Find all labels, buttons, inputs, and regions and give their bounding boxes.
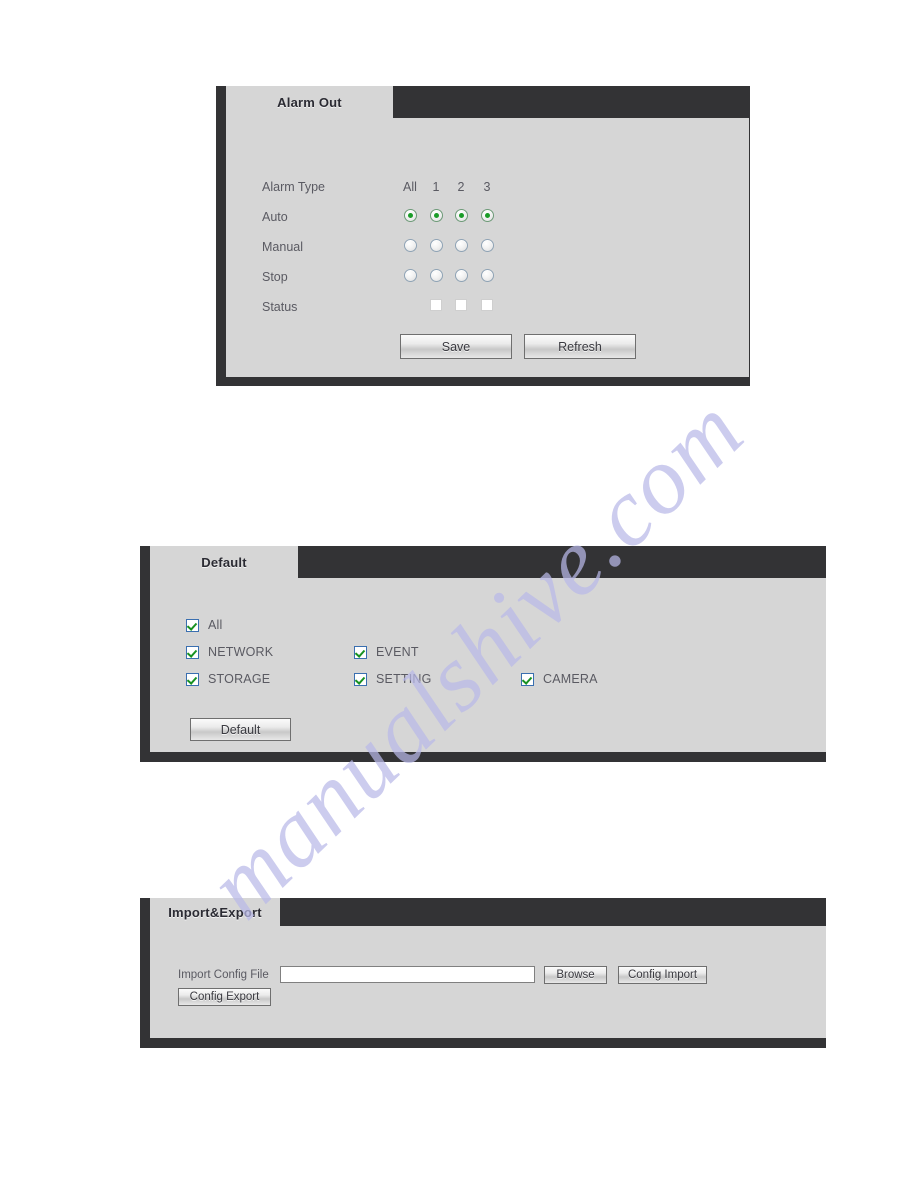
config-export-button[interactable]: Config Export xyxy=(178,988,271,1006)
checkbox-event-label: EVENT xyxy=(376,645,419,659)
default-panel-inner: Default All NETWORK EVENT STORAGE SETTIN… xyxy=(150,546,826,752)
radio-auto-all[interactable] xyxy=(404,209,417,222)
tab-alarm-out[interactable]: Alarm Out xyxy=(226,86,393,118)
checkbox-camera-icon[interactable] xyxy=(521,672,534,686)
checkbox-setting-label: SETTING xyxy=(376,672,432,686)
status-indicator-2 xyxy=(455,299,467,311)
save-button[interactable]: Save xyxy=(400,334,512,359)
auto-label: Auto xyxy=(262,210,288,224)
checkbox-event-icon[interactable] xyxy=(354,645,367,659)
checkbox-storage-icon[interactable] xyxy=(186,672,199,686)
default-panel: Default All NETWORK EVENT STORAGE SETTIN… xyxy=(140,546,826,762)
checkbox-all-icon[interactable] xyxy=(186,618,199,632)
checkbox-row-event[interactable]: EVENT xyxy=(354,645,419,659)
default-button[interactable]: Default xyxy=(190,718,291,741)
config-import-button-label: Config Import xyxy=(627,969,698,981)
checkbox-row-storage[interactable]: STORAGE xyxy=(186,672,270,686)
radio-stop-all[interactable] xyxy=(404,269,417,282)
save-button-label: Save xyxy=(441,339,471,354)
config-export-button-label: Config Export xyxy=(189,991,260,1003)
refresh-button[interactable]: Refresh xyxy=(524,334,636,359)
manual-label: Manual xyxy=(262,240,303,254)
import-export-panel-inner: Import&Export Import Config File Browse … xyxy=(150,898,826,1038)
checkbox-all-label: All xyxy=(208,618,223,632)
radio-manual-all[interactable] xyxy=(404,239,417,252)
column-header-all: All xyxy=(403,180,417,194)
radio-auto-3[interactable] xyxy=(481,209,494,222)
radio-manual-3[interactable] xyxy=(481,239,494,252)
column-header-2: 2 xyxy=(457,180,465,194)
checkbox-row-network[interactable]: NETWORK xyxy=(186,645,273,659)
tab-alarm-out-label: Alarm Out xyxy=(277,94,342,110)
stop-label: Stop xyxy=(262,270,288,284)
import-export-body: Import Config File Browse Config Import … xyxy=(150,926,826,1038)
radio-auto-1[interactable] xyxy=(430,209,443,222)
checkbox-row-camera[interactable]: CAMERA xyxy=(521,672,598,686)
checkbox-row-all[interactable]: All xyxy=(186,618,223,632)
checkbox-storage-label: STORAGE xyxy=(208,672,271,686)
import-config-file-label: Import Config File xyxy=(178,969,269,981)
checkbox-setting-icon[interactable] xyxy=(354,672,367,686)
radio-stop-1[interactable] xyxy=(430,269,443,282)
alarm-type-label: Alarm Type xyxy=(262,180,325,194)
column-header-1: 1 xyxy=(432,180,440,194)
radio-stop-2[interactable] xyxy=(455,269,468,282)
radio-auto-2[interactable] xyxy=(455,209,468,222)
config-import-button[interactable]: Config Import xyxy=(618,966,707,984)
checkbox-row-setting[interactable]: SETTING xyxy=(354,672,432,686)
refresh-button-label: Refresh xyxy=(558,339,602,354)
tab-default[interactable]: Default xyxy=(150,546,298,578)
radio-stop-3[interactable] xyxy=(481,269,494,282)
default-panel-body: All NETWORK EVENT STORAGE SETTING CAMERA xyxy=(150,578,826,752)
default-tabstrip: Default xyxy=(150,546,826,578)
browse-button-label: Browse xyxy=(556,969,595,981)
tab-import-export-label: Import&Export xyxy=(168,904,262,920)
browse-button[interactable]: Browse xyxy=(544,966,607,984)
tab-default-label: Default xyxy=(201,554,247,570)
import-config-file-input[interactable] xyxy=(280,966,535,983)
checkbox-network-icon[interactable] xyxy=(186,645,199,659)
status-indicator-1 xyxy=(430,299,442,311)
radio-manual-1[interactable] xyxy=(430,239,443,252)
alarm-out-panel-inner: Alarm Out Alarm Type Auto Manual Stop St… xyxy=(226,86,749,377)
import-export-panel: Import&Export Import Config File Browse … xyxy=(140,898,826,1048)
import-export-tabstrip: Import&Export xyxy=(150,898,826,926)
alarm-out-body: Alarm Type Auto Manual Stop Status All 1… xyxy=(226,118,749,377)
alarm-out-grid: Alarm Type Auto Manual Stop Status All 1… xyxy=(226,118,749,377)
default-button-label: Default xyxy=(220,722,261,737)
status-indicator-3 xyxy=(481,299,493,311)
alarm-out-tabstrip: Alarm Out xyxy=(226,86,749,118)
radio-manual-2[interactable] xyxy=(455,239,468,252)
alarm-out-panel: Alarm Out Alarm Type Auto Manual Stop St… xyxy=(216,86,750,386)
checkbox-camera-label: CAMERA xyxy=(543,672,598,686)
checkbox-network-label: NETWORK xyxy=(208,645,274,659)
status-label: Status xyxy=(262,300,298,314)
tab-import-export[interactable]: Import&Export xyxy=(150,898,280,926)
column-header-3: 3 xyxy=(483,180,491,194)
